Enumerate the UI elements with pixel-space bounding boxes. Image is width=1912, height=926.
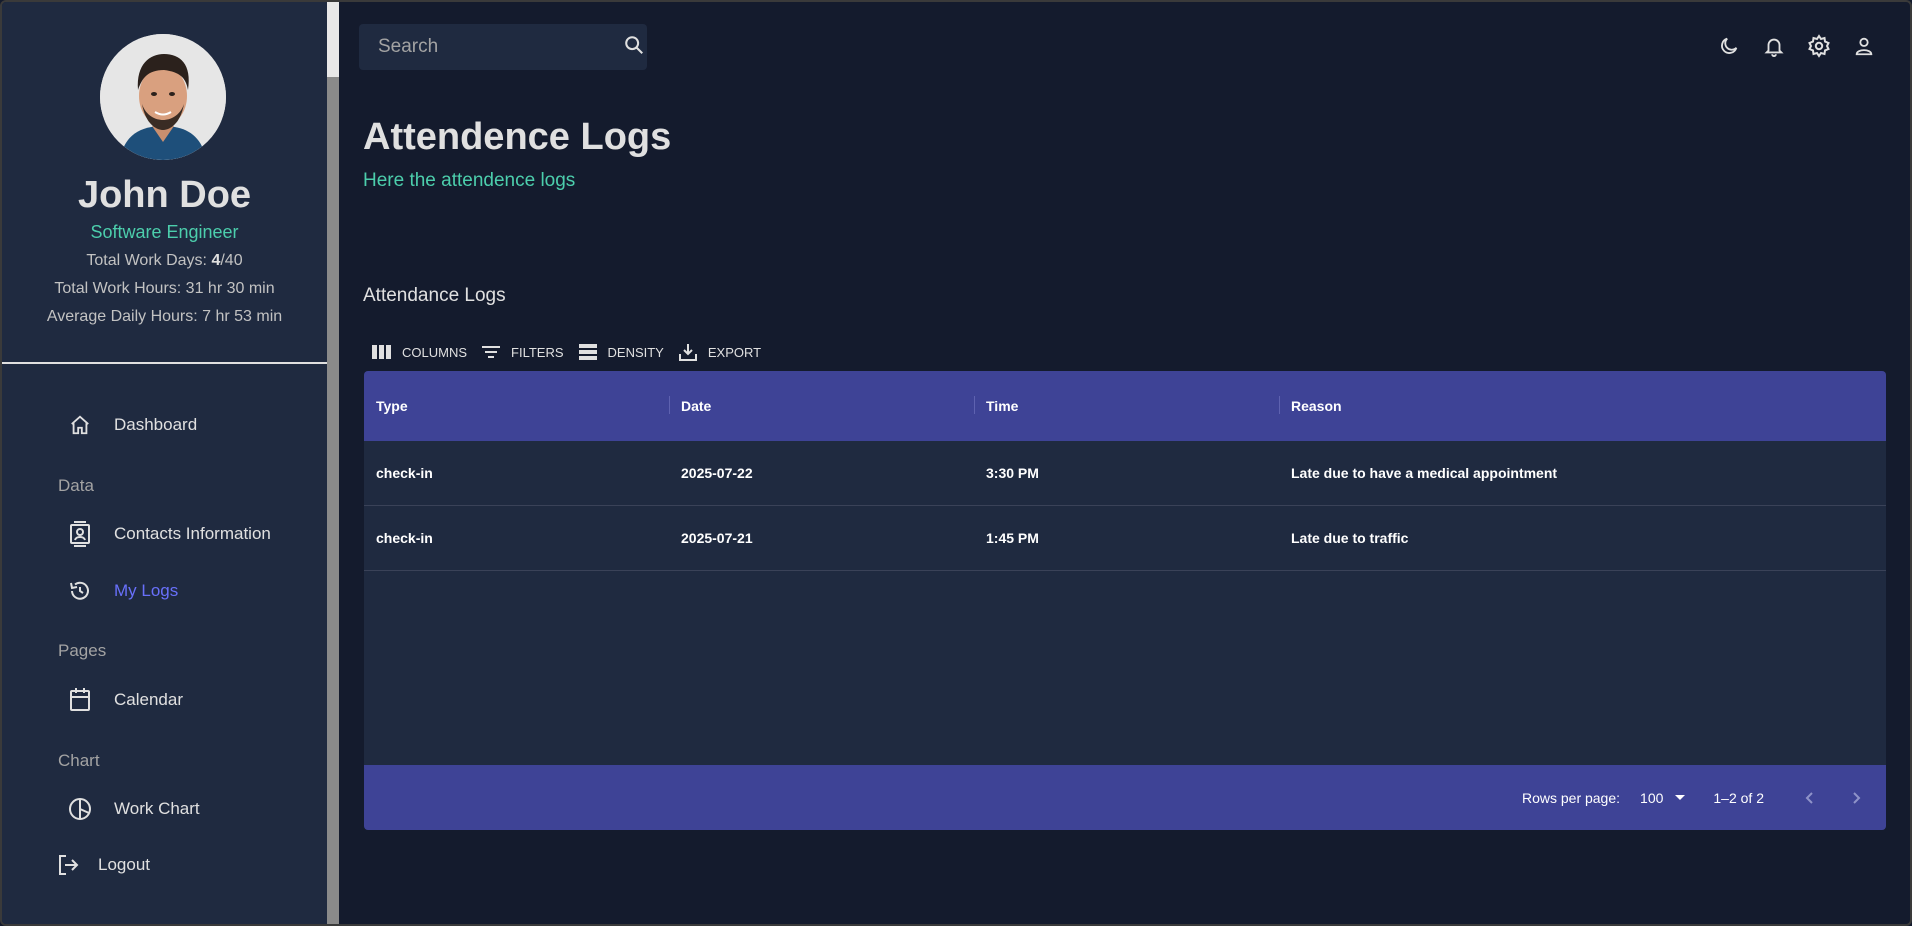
page-title: Attendence Logs (363, 116, 672, 158)
calendar-icon (62, 687, 98, 713)
search-input[interactable] (378, 36, 623, 58)
sidebar: John Doe Software Engineer Total Work Da… (2, 2, 327, 924)
sidebar-scrollbar[interactable] (327, 2, 339, 924)
download-icon (676, 340, 700, 364)
average-hours-stat: Average Daily Hours: 7 hr 53 min (46, 308, 283, 325)
home-icon (62, 412, 98, 438)
cell-reason[interactable]: Late due to have a medical appointment (1279, 465, 1879, 481)
sidebar-item-logout[interactable]: Logout (50, 845, 150, 885)
columns-label: Columns (402, 344, 468, 360)
table-row[interactable]: check-in 2025-07-21 1:45 PM Late due to … (364, 506, 1886, 571)
column-header-date[interactable]: Date (669, 396, 974, 414)
pagination-range: 1–2 of 2 (1713, 789, 1764, 806)
pagination-nav (1794, 782, 1872, 814)
app-window: John Doe Software Engineer Total Work Da… (0, 0, 1912, 926)
filter-icon (479, 340, 503, 364)
cell-type[interactable]: check-in (364, 530, 669, 546)
history-icon (62, 578, 98, 604)
chevron-down-icon (1675, 795, 1686, 800)
columns-icon (370, 340, 394, 364)
sidebar-item-label: My Logs (114, 581, 179, 600)
rows-per-page-select[interactable]: 100 (1640, 789, 1686, 806)
density-button[interactable]: Density (576, 340, 664, 364)
column-header-time[interactable]: Time (974, 396, 1279, 414)
filters-label: Filters (511, 344, 564, 360)
density-icon (576, 340, 600, 364)
rows-per-page-label: Rows per page: (1521, 789, 1621, 806)
filters-button[interactable]: Filters (479, 340, 564, 364)
sidebar-item-label: Contacts Information (114, 524, 271, 543)
profile-panel: John Doe Software Engineer Total Work Da… (2, 2, 327, 362)
logout-icon (50, 852, 86, 878)
sidebar-item-calendar[interactable]: Calendar (62, 680, 183, 720)
pie-chart-icon (62, 796, 98, 822)
work-days-stat: Total Work Days: 4/40 (2, 252, 327, 270)
work-days-total: /40 (220, 252, 243, 269)
cell-time[interactable]: 1:45 PM (974, 530, 1279, 546)
dark-mode-icon[interactable] (1715, 30, 1743, 62)
contacts-icon (62, 521, 98, 547)
profile-divider (2, 362, 327, 364)
grid-toolbar: Columns Filters Density Export (370, 338, 773, 366)
section-chart: Chart (58, 751, 100, 770)
cell-date[interactable]: 2025-07-21 (669, 530, 974, 546)
sidebar-item-label: Calendar (114, 690, 183, 709)
columns-button[interactable]: Columns (370, 340, 467, 364)
next-page-button[interactable] (1840, 782, 1872, 814)
cell-date[interactable]: 2025-07-22 (669, 465, 974, 481)
sidebar-item-work-chart[interactable]: Work Chart (62, 789, 200, 829)
profile-role: Software Engineer (90, 222, 239, 242)
notifications-icon[interactable] (1760, 30, 1788, 62)
column-header-reason[interactable]: Reason (1279, 396, 1584, 414)
grid-footer: Rows per page: 100 1–2 of 2 (364, 765, 1886, 830)
grid-header: Type Date Time Reason (364, 371, 1886, 441)
sidebar-item-label: Work Chart (114, 799, 200, 818)
sidebar-item-label: Dashboard (114, 415, 198, 434)
section-pages: Pages (58, 641, 107, 660)
cell-reason[interactable]: Late due to traffic (1279, 530, 1879, 546)
search-icon[interactable] (623, 34, 645, 61)
sidebar-item-label: Logout (98, 855, 150, 874)
previous-page-button[interactable] (1794, 782, 1826, 814)
cell-type[interactable]: check-in (364, 465, 669, 481)
table-row[interactable]: check-in 2025-07-22 3:30 PM Late due to … (364, 441, 1886, 506)
column-header-type[interactable]: Type (364, 398, 669, 414)
export-label: Export (707, 344, 762, 360)
work-days-label: Total Work Days: (86, 252, 212, 269)
avatar (100, 34, 226, 160)
export-button[interactable]: Export (676, 340, 761, 364)
cell-time[interactable]: 3:30 PM (974, 465, 1279, 481)
search-bar (359, 24, 647, 70)
user-icon[interactable] (1850, 30, 1878, 62)
settings-icon[interactable] (1805, 30, 1833, 62)
profile-name: John Doe (77, 174, 252, 216)
section-data: Data (58, 476, 94, 495)
sidebar-scrollbar-thumb[interactable] (327, 2, 339, 77)
page-subtitle: Here the attendence logs (363, 170, 576, 191)
density-label: Density (607, 344, 664, 360)
grid-title: Attendance Logs (363, 285, 506, 306)
sidebar-item-contacts[interactable]: Contacts Information (62, 514, 271, 554)
rows-per-page-value: 100 (1640, 789, 1664, 806)
sidebar-item-dashboard[interactable]: Dashboard (62, 405, 197, 445)
work-hours-stat: Total Work Hours: 31 hr 30 min (54, 280, 275, 297)
sidebar-item-my-logs[interactable]: My Logs (62, 571, 178, 611)
topbar-icons (1715, 30, 1878, 62)
attendance-grid: Type Date Time Reason check-in 2025-07-2… (364, 371, 1886, 830)
